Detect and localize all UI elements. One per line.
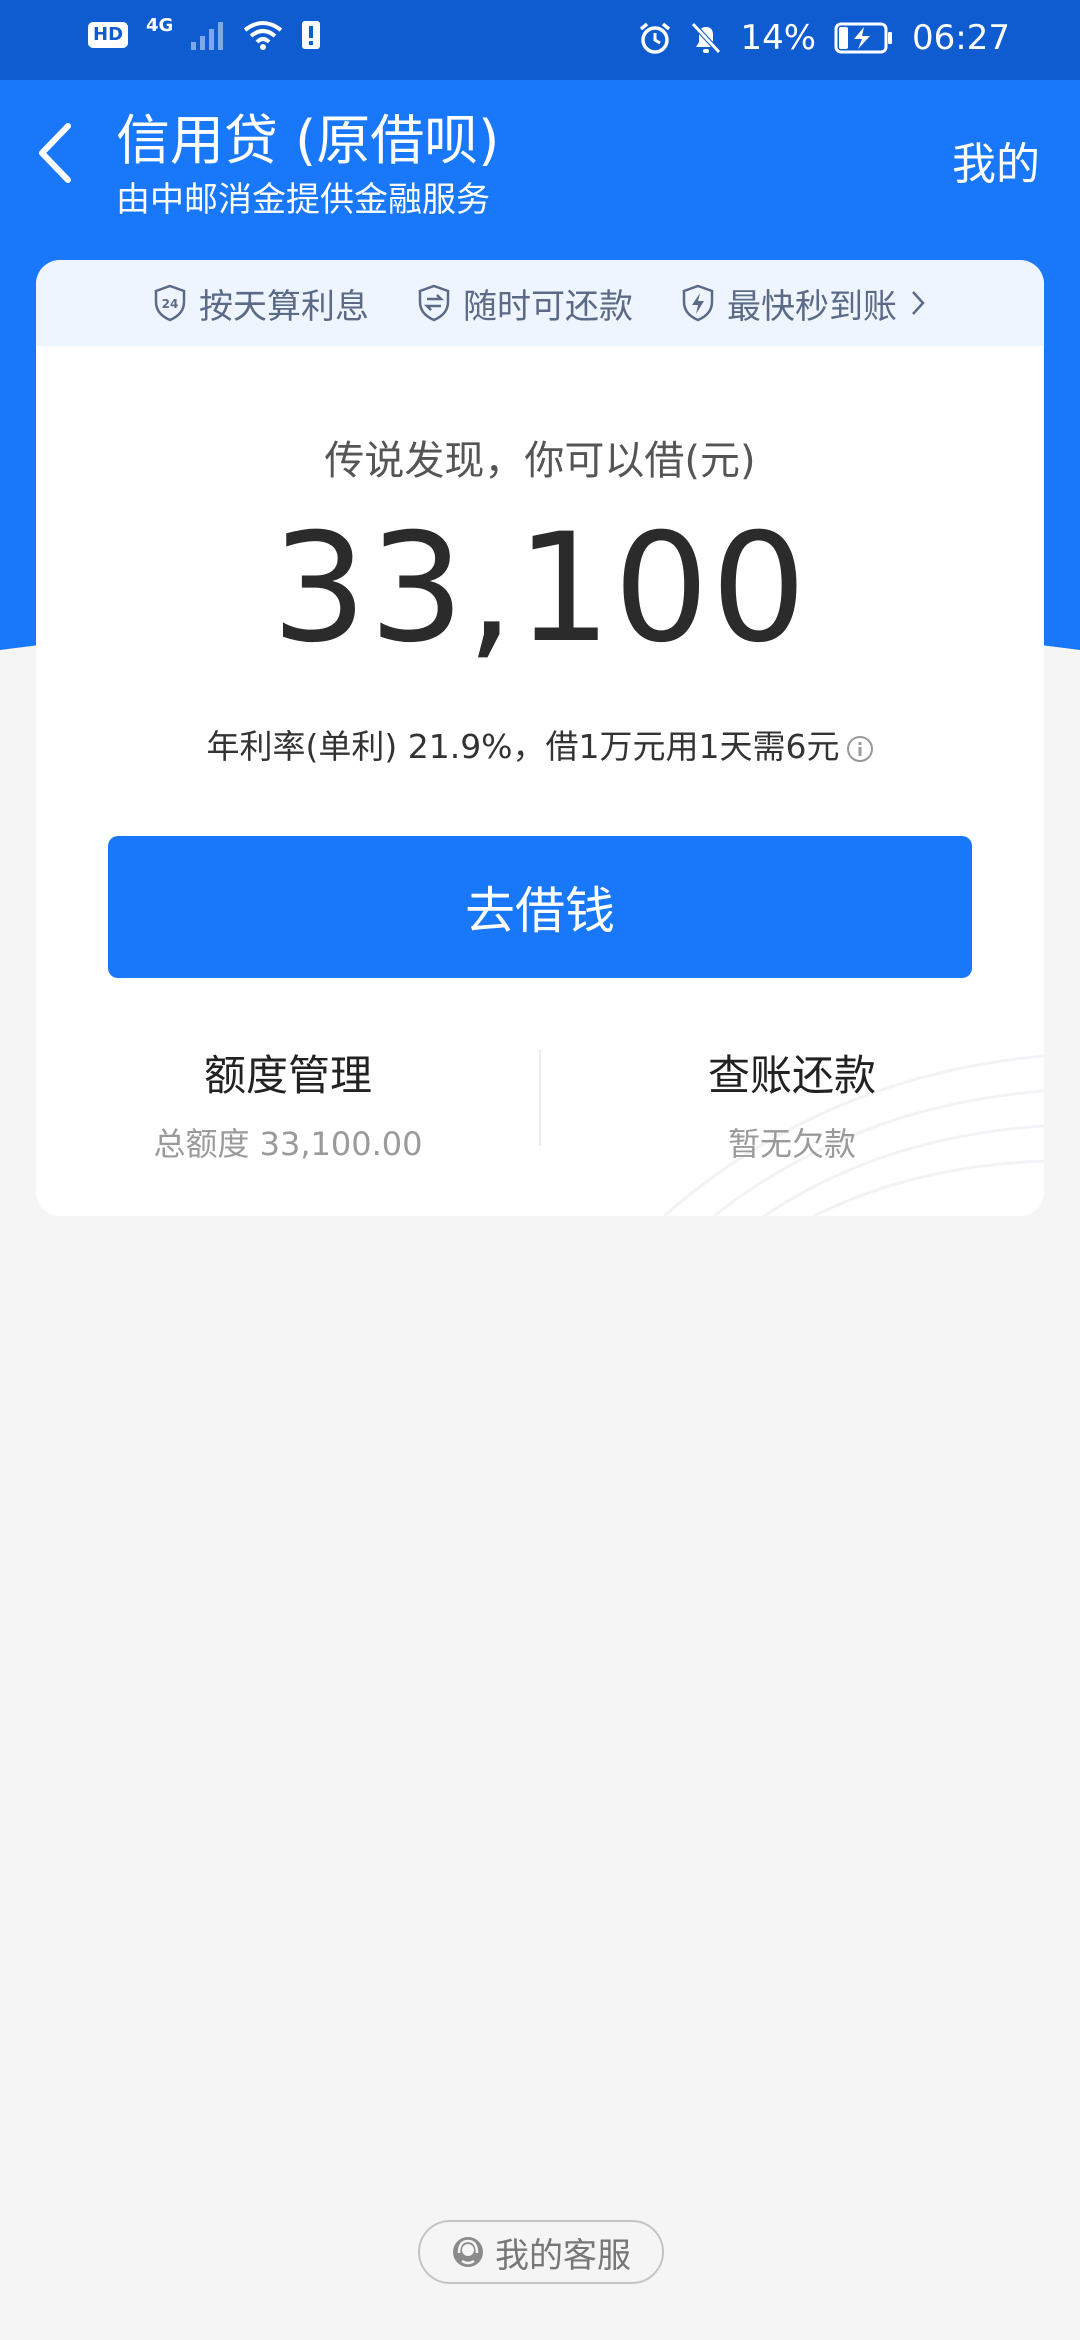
bill-repayment[interactable]: 查账还款 暂无欠款 (540, 1042, 1044, 1165)
feature-label: 按天算利息 (199, 286, 369, 327)
loan-amount: 33,100 (271, 502, 809, 676)
info-icon[interactable] (846, 735, 874, 763)
signal-icon (191, 22, 224, 50)
lightning-shield-icon (682, 284, 714, 322)
rate-line: 年利率(单利) 21.9%，借1万元用1天需6元 (36, 720, 1044, 768)
repay-status: 暂无欠款 (727, 1125, 856, 1163)
page-title: 信用贷 (原借呗) (116, 109, 500, 172)
page-subtitle: 由中邮消金提供金融服务 (116, 180, 490, 220)
loan-card: 24 按天算利息 随时可还款 最快秒到账 传说发现，你可以借(元) 33,100 (36, 260, 1044, 1216)
status-right: 14% 06:27 (638, 18, 1010, 58)
feature-daily-interest: 24 按天算利息 (153, 279, 369, 328)
alarm-icon (640, 22, 671, 54)
mine-button[interactable]: 我的 (952, 128, 1040, 192)
customer-service-button[interactable]: 我的客服 (418, 2220, 664, 2284)
network-type: 4G (146, 14, 174, 36)
feature-label: 最快秒到账 (727, 286, 897, 327)
repay-title: 查账还款 (707, 1051, 876, 1100)
limit-title: 额度管理 (203, 1051, 372, 1100)
feature-repay-anytime: 随时可还款 (417, 279, 633, 328)
feature-bar[interactable]: 24 按天算利息 随时可还款 最快秒到账 (36, 260, 1044, 346)
customer-service-label: 我的客服 (495, 2235, 631, 2276)
chevron-right-icon (912, 291, 925, 315)
status-bar: HD 4G 14% 06:27 (0, 0, 1080, 80)
feature-fast-arrival: 最快秒到账 (681, 279, 927, 328)
hd-badge: HD (88, 22, 129, 48)
sim-alert-icon (302, 21, 321, 49)
battery-percent: 14% (740, 18, 817, 58)
battery-charging-icon (834, 22, 893, 54)
limit-total: 总额度 33,100.00 (153, 1125, 423, 1163)
exchange-shield-icon (418, 284, 450, 322)
calendar-24-shield-icon: 24 (154, 284, 186, 322)
status-left: HD 4G (88, 15, 321, 50)
headset-icon (453, 2237, 483, 2267)
rate-text: 年利率(单利) 21.9%，借1万元用1天需6元 (206, 727, 840, 766)
borrow-label: 传说发现，你可以借(元) (324, 438, 756, 484)
clock-time: 06:27 (912, 18, 1010, 58)
wifi-icon (244, 21, 283, 50)
borrow-button[interactable]: 去借钱 (108, 836, 972, 978)
back-button[interactable] (30, 118, 80, 188)
feature-label: 随时可还款 (463, 286, 633, 327)
svg-text:24: 24 (162, 297, 179, 311)
limit-management[interactable]: 额度管理 总额度 33,100.00 (36, 1042, 540, 1165)
chevron-left-icon (39, 123, 71, 183)
mute-bell-icon (691, 22, 722, 54)
